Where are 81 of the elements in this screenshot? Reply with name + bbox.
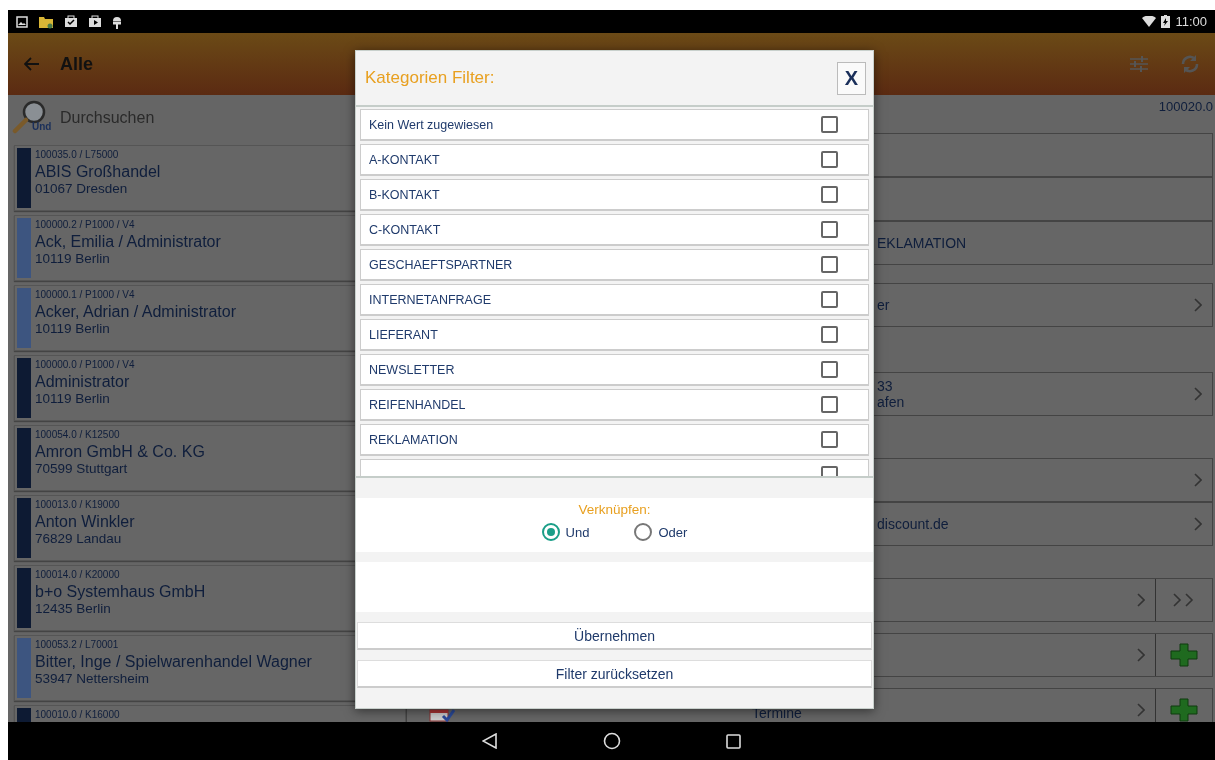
detail-text: discount.de <box>877 516 950 532</box>
battery-charging-icon <box>1161 15 1171 28</box>
category-row[interactable]: A-KONTAKT <box>360 144 869 176</box>
category-row[interactable]: GESCHAEFTSPARTNER <box>360 249 869 281</box>
contact-code: 100000.2 / P1000 / V4 <box>35 219 136 230</box>
contact-code: 100000.0 / P1000 / V4 <box>35 359 135 370</box>
contact-city: 10119 Berlin <box>35 251 111 266</box>
chevron-right-icon <box>1194 517 1202 531</box>
folder-icon <box>38 14 54 29</box>
contact-name: Anton Winkler <box>35 513 135 531</box>
detail-text: er <box>877 297 891 313</box>
record-id: 100020.0 <box>1158 99 1213 116</box>
contact-code: 100035.0 / L75000 <box>35 149 120 160</box>
wifi-icon <box>1142 16 1157 27</box>
contact-city: 53947 Nettersheim <box>35 671 151 686</box>
contact-code: 100000.1 / P1000 / V4 <box>35 289 136 300</box>
dialog-title: Kategorien Filter: <box>365 68 495 88</box>
sliders-icon[interactable] <box>1129 55 1149 73</box>
contact-code: 100054.0 / K12500 <box>35 429 121 440</box>
checkbox[interactable] <box>821 291 838 308</box>
contact-code: 100013.0 / K19000 <box>35 499 121 510</box>
category-row[interactable]: B-KONTAKT <box>360 179 869 211</box>
app-bar-title: Alle <box>60 53 93 75</box>
search-mode-label: Und <box>32 121 52 132</box>
chevron-right-icon <box>1194 473 1202 487</box>
contact-name: Acker, Adrian / Administrator <box>35 303 236 321</box>
status-time: 11:00 <box>1175 14 1207 29</box>
home-icon[interactable] <box>603 732 621 750</box>
back-icon[interactable] <box>482 733 498 749</box>
contact-code: 100010.0 / K16000 <box>35 709 120 720</box>
chevron-right-icon <box>1194 298 1202 312</box>
contact-city: 10119 Berlin <box>35 321 111 336</box>
checkbox[interactable] <box>821 361 838 378</box>
detail-text: EKLAMATION <box>877 235 968 251</box>
checkbox[interactable] <box>821 326 838 343</box>
contact-code: 100014.0 / K20000 <box>35 569 121 580</box>
contact-code: 100053.2 / L70001 <box>35 639 120 650</box>
chevron-right-icon <box>1137 648 1145 662</box>
contact-name: ABIS Großhandel <box>35 163 161 181</box>
radio-option[interactable]: Und <box>541 523 590 541</box>
briefcase-play-icon <box>88 15 102 28</box>
briefcase-check-icon <box>64 15 78 28</box>
radio-option[interactable]: Oder <box>634 523 688 541</box>
plus-icon <box>1170 643 1198 667</box>
plus-icon <box>1170 698 1198 722</box>
contact-city: 12435 Berlin <box>35 601 112 616</box>
chevron-right-icon <box>1194 387 1202 401</box>
category-row[interactable]: INTERNETANFRAGE <box>360 284 869 316</box>
contact-name: b+o Systemhaus GmbH <box>35 583 206 601</box>
checkbox[interactable] <box>821 151 838 168</box>
contact-name: Amron GmbH & Co. KG <box>35 443 205 461</box>
chevron-right-icon <box>1137 593 1145 607</box>
category-row[interactable]: REKLAMATION <box>360 424 869 456</box>
contact-city: 76829 Landau <box>35 531 123 546</box>
dialog-button[interactable]: Filter zurücksetzen <box>357 660 872 688</box>
close-button[interactable]: X <box>837 61 866 95</box>
category-row[interactable]: LIEFERANT <box>360 319 869 351</box>
checkbox[interactable] <box>821 396 838 413</box>
checkbox[interactable] <box>821 116 838 133</box>
category-row[interactable]: REIFENHANDEL <box>360 389 869 421</box>
image-icon <box>16 15 28 28</box>
category-row[interactable]: C-KONTAKT <box>360 214 869 246</box>
contact-name: Ack, Emilia / Administrator <box>35 233 221 251</box>
chevron-right-icon <box>1137 703 1145 717</box>
dialog-button[interactable]: Übernehmen <box>357 622 872 650</box>
contact-city: 70599 Stuttgart <box>35 461 129 476</box>
detail-text: afen <box>877 394 906 410</box>
checkbox[interactable] <box>821 431 838 448</box>
checkbox[interactable] <box>821 256 838 273</box>
link-label: Verknüpfen: <box>578 502 651 517</box>
category-row[interactable]: NEWSLETTER <box>360 354 869 386</box>
contact-city: 01067 Dresden <box>35 181 129 196</box>
category-row[interactable]: Kein Wert zugewiesen <box>360 109 869 141</box>
checkbox[interactable] <box>821 221 838 238</box>
contact-name: Bitter, Inge / Spielwarenhandel Wagner <box>35 653 312 671</box>
recents-icon[interactable] <box>726 733 741 749</box>
contact-city: 10119 Berlin <box>35 391 111 406</box>
contact-name: Administrator <box>35 373 131 391</box>
detail-text: 33 <box>877 378 894 394</box>
checkbox[interactable] <box>821 186 838 203</box>
double-chevron-icon <box>1173 593 1195 607</box>
